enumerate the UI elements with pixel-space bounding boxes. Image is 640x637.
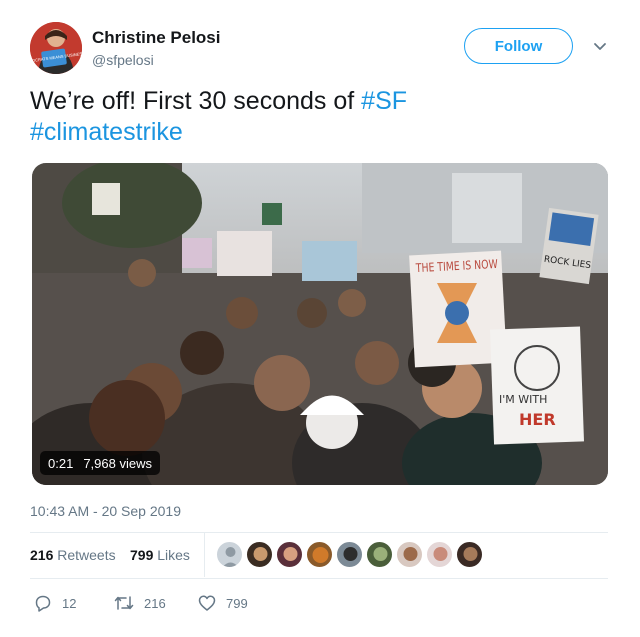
like-count: 799	[226, 595, 248, 611]
tweet-header: DEMOCRATS MEANS BUSINESS Christine Pelos…	[30, 22, 612, 78]
video-player[interactable]: THE TIME IS NOW I'M WITH HER ROCK LIES 0…	[32, 163, 608, 485]
author-name[interactable]: Christine Pelosi	[92, 28, 220, 48]
like-button[interactable]: 799	[198, 594, 248, 612]
protest-sign-her: I'M WITH HER	[490, 326, 584, 445]
heart-icon	[198, 594, 216, 612]
tweet-timestamp[interactable]: 10:43 AM - 20 Sep 2019	[30, 503, 181, 519]
video-frame: THE TIME IS NOW I'M WITH HER ROCK LIES	[32, 163, 608, 485]
likes-stat[interactable]: 799 Likes	[130, 547, 190, 563]
engagement-stats: 216 Retweets 799 Likes	[30, 533, 608, 577]
chevron-down-icon[interactable]	[590, 36, 610, 56]
liker-avatar[interactable]	[216, 541, 243, 568]
tweet-text-body: We’re off! First 30 seconds of	[30, 87, 362, 115]
liker-avatar[interactable]	[456, 541, 483, 568]
retweet-count: 216	[144, 595, 166, 611]
video-views: 7,968 views	[83, 455, 152, 471]
likes-count: 799	[130, 547, 154, 563]
video-info-badge: 0:21 7,968 views	[40, 451, 160, 475]
liker-avatar[interactable]	[396, 541, 423, 568]
reply-button[interactable]: 12	[34, 594, 76, 612]
reply-icon	[34, 594, 52, 612]
liker-avatar[interactable]	[336, 541, 363, 568]
retweet-button[interactable]: 216	[114, 594, 166, 612]
retweets-stat[interactable]: 216 Retweets	[30, 547, 116, 563]
stats-separator	[204, 533, 205, 577]
sign-her-line-1: I'M WITH	[499, 393, 547, 406]
tweet-text: We’re off! First 30 seconds of #SF #clim…	[30, 86, 610, 148]
video-duration: 0:21	[48, 455, 74, 471]
liker-avatar[interactable]	[276, 541, 303, 568]
divider-bottom	[30, 578, 608, 579]
likes-label: Likes	[157, 547, 190, 563]
reply-count: 12	[62, 595, 77, 611]
hashtag-climatestrike[interactable]: #climatestrike	[30, 118, 183, 146]
liker-avatar[interactable]	[306, 541, 333, 568]
liker-avatar[interactable]	[246, 541, 273, 568]
retweets-count: 216	[30, 547, 54, 563]
author-avatar[interactable]: DEMOCRATS MEANS BUSINESS	[30, 22, 82, 74]
sign-her-line-2: HER	[519, 410, 556, 429]
protest-sign-rock: ROCK LIES	[539, 207, 599, 285]
retweets-label: Retweets	[57, 547, 116, 563]
follow-button[interactable]: Follow	[464, 28, 573, 64]
tweet-actions: 12 216 799	[30, 590, 608, 618]
author-handle[interactable]: @sfpelosi	[92, 52, 154, 68]
liker-avatar[interactable]	[366, 541, 393, 568]
liker-avatar[interactable]	[426, 541, 453, 568]
hashtag-sf[interactable]: #SF	[361, 87, 407, 115]
retweet-icon	[114, 594, 134, 612]
